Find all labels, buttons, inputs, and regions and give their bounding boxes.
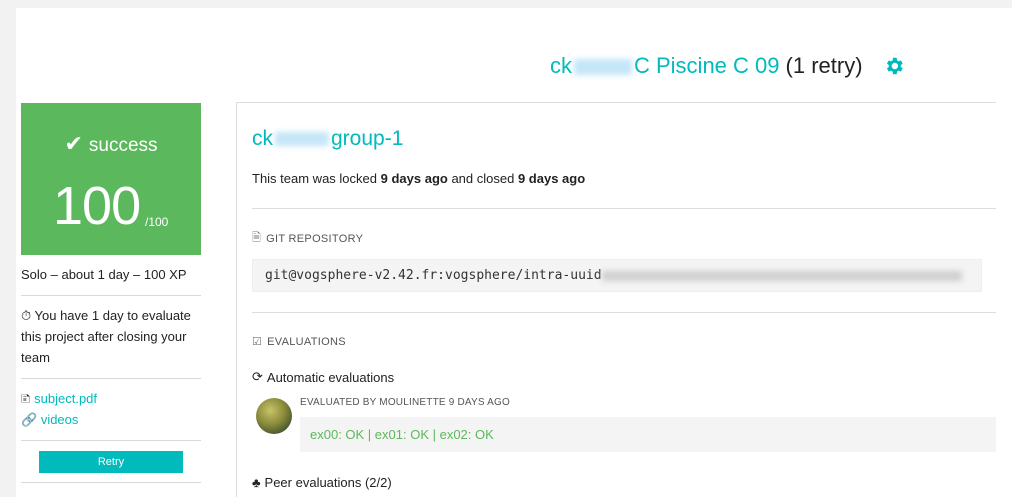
project-name: C Piscine C 09 xyxy=(634,53,780,78)
peer-evaluations-label: Peer evaluations (2/2) xyxy=(264,475,392,490)
project-info-list: Solo – about 1 day – 100 XP ⏱ You have 1… xyxy=(21,255,201,483)
gear-icon[interactable] xyxy=(883,55,905,77)
file-code-icon: 🗎 xyxy=(252,232,262,244)
project-title-link[interactable]: ck C Piscine C 09 xyxy=(550,53,780,79)
file-icon: 🗈 xyxy=(21,391,31,406)
redacted-login xyxy=(275,132,329,147)
attachments: 🗈 subject.pdf 🔗 videos xyxy=(21,379,201,441)
retry-section: Retry xyxy=(21,451,201,483)
checklist-icon: ☑ xyxy=(252,336,263,348)
divider xyxy=(252,312,996,313)
attachment-subject: 🗈 subject.pdf xyxy=(21,388,201,409)
team-panel: ck group-1 This team was locked 9 days ag… xyxy=(236,102,996,497)
team-lock-status: This team was locked 9 days ago and clos… xyxy=(252,171,585,186)
status-label: success xyxy=(88,135,158,156)
divider xyxy=(252,208,996,209)
evaluation-result: ex00: OK | ex01: OK | ex02: OK xyxy=(300,417,996,452)
locked-ago: 9 days ago xyxy=(380,171,448,186)
retry-count: (1 retry) xyxy=(785,53,863,78)
automatic-evaluations-label: Automatic evaluations xyxy=(266,369,395,385)
max-mark: /100 xyxy=(145,215,169,229)
git-repository-label: GIT REPOSITORY xyxy=(266,232,364,245)
git-repository-url[interactable]: git@vogsphere-v2.42.fr:vogsphere/intra-u… xyxy=(252,259,982,292)
avatar[interactable] xyxy=(256,398,292,434)
project-summary: Solo – about 1 day – 100 XP xyxy=(21,255,201,296)
refresh-icon: ⟳ xyxy=(252,369,263,384)
network-icon: ♣ xyxy=(252,475,261,490)
final-mark: 100 xyxy=(53,176,141,236)
closed-ago: 9 days ago xyxy=(517,171,586,186)
sidebar: ✔ success 100 /100 Solo – about 1 day – 1… xyxy=(21,103,201,483)
closed-text: and closed xyxy=(451,171,515,186)
lock-text: This team was locked xyxy=(252,171,377,186)
retry-button[interactable]: Retry xyxy=(39,451,183,473)
automatic-evaluations-heading: ⟳ Automatic evaluations xyxy=(252,369,394,385)
team-name-prefix: ck xyxy=(252,127,273,150)
git-url-text: git@vogsphere-v2.42.fr:vogsphere/intra-u… xyxy=(265,268,602,283)
project-header: ck C Piscine C 09 (1 retry) xyxy=(550,50,905,82)
score-box: ✔ success 100 /100 xyxy=(21,103,201,255)
redacted-login xyxy=(574,59,632,76)
git-repository-heading: 🗎 GIT REPOSITORY xyxy=(252,229,363,248)
login-prefix: ck xyxy=(550,53,572,78)
evaluation-note: You have 1 day to evaluate this project … xyxy=(21,308,191,365)
evaluations-label: EVALUATIONS xyxy=(267,335,346,348)
team-name-suffix: group-1 xyxy=(331,127,404,150)
subject-pdf-link[interactable]: subject.pdf xyxy=(34,391,97,406)
peer-evaluations-heading: ♣ Peer evaluations (2/2) xyxy=(252,475,392,490)
evaluation-deadline: ⏱ You have 1 day to evaluate this projec… xyxy=(21,296,201,379)
attachment-videos: 🔗 videos xyxy=(21,409,201,430)
link-icon: 🔗 xyxy=(21,412,38,427)
videos-link[interactable]: videos xyxy=(41,412,79,427)
status-badge: ✔ success xyxy=(21,131,201,157)
evaluations-heading: ☑ EVALUATIONS xyxy=(252,335,346,349)
checkmark-icon: ✔ xyxy=(64,131,83,156)
evaluator-info: EVALUATED BY MOULINETTE 9 DAYS AGO xyxy=(300,397,511,408)
stopwatch-icon: ⏱ xyxy=(21,308,32,323)
redacted-uuid xyxy=(601,270,962,281)
team-name[interactable]: ck group-1 xyxy=(252,127,403,151)
